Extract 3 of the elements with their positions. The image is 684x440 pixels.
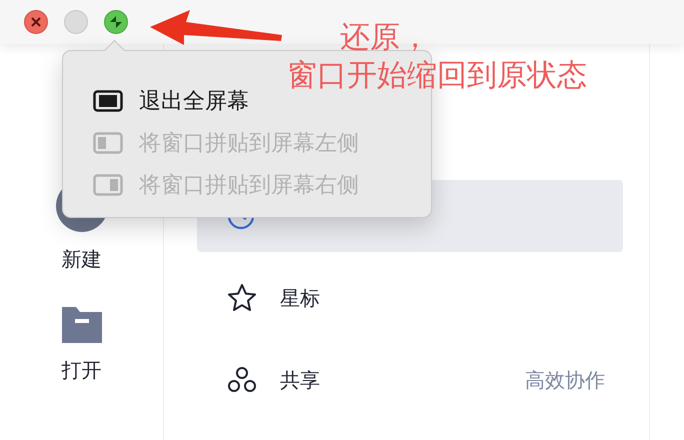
nav-hint: 高效协作 <box>525 366 605 394</box>
annotation-text: 窗口开始缩回到原状态 <box>287 57 587 95</box>
annotation-text: 还原， <box>339 19 430 57</box>
